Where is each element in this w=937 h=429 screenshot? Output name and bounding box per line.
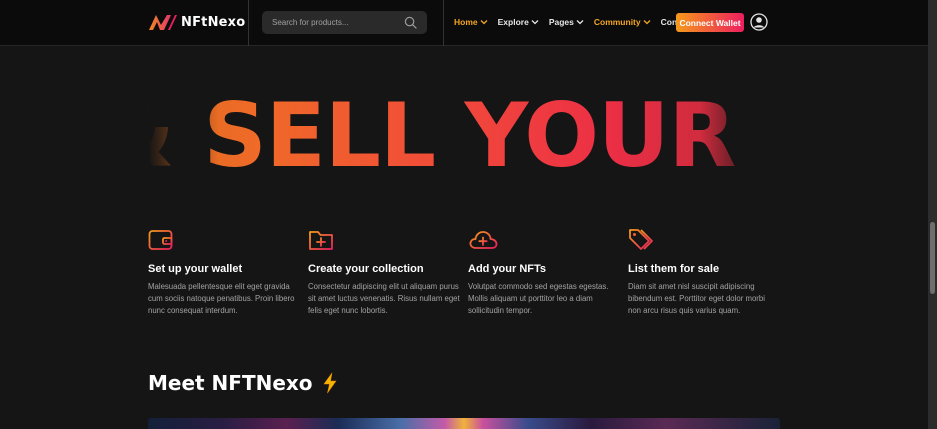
cloud-plus-icon	[469, 231, 498, 249]
marquee-text: & SELL YOUR	[148, 84, 736, 187]
step-description: Volutpat commodo sed egestas egestas. Mo…	[468, 282, 609, 315]
hero-marquee: & SELL YOUR	[148, 82, 768, 192]
step-card: Add your NFTs Volutpat commodo sed egest…	[468, 227, 628, 317]
header-divider	[248, 0, 249, 46]
step-card: List them for sale Diam sit amet nisl su…	[628, 227, 788, 317]
nav-label: Explore	[497, 17, 529, 27]
chevron-down-icon	[576, 20, 584, 25]
chevron-down-icon	[531, 20, 539, 25]
nav-item-explore[interactable]: Explore	[498, 17, 539, 27]
step-description: Malesuada pellentesque elit eget gravida…	[148, 282, 295, 315]
step-description: Diam sit amet nisl suscipit adipiscing b…	[628, 282, 765, 315]
header-divider	[443, 0, 444, 46]
nav-item-community[interactable]: Community	[594, 17, 651, 27]
main-nav: Home Explore Pages Community Contact	[454, 17, 702, 27]
section-heading: Meet NFTNexo	[148, 371, 339, 395]
user-account-icon[interactable]	[750, 13, 768, 31]
chevron-down-icon	[480, 20, 488, 25]
connect-wallet-button[interactable]: Connect Wallet	[676, 13, 744, 32]
folder-plus-icon	[309, 231, 333, 250]
page-scrollbar[interactable]	[928, 0, 937, 429]
step-card: Set up your wallet Malesuada pellentesqu…	[148, 227, 308, 317]
step-title: Set up your wallet	[148, 263, 243, 275]
nav-item-home[interactable]: Home	[454, 17, 488, 27]
site-logo[interactable]: NFtNexo	[148, 13, 245, 31]
step-title: List them for sale	[628, 263, 720, 275]
tags-icon	[629, 229, 653, 250]
nav-label: Community	[593, 17, 641, 27]
logo-mark-icon	[149, 15, 177, 30]
nav-item-pages[interactable]: Pages	[549, 17, 584, 27]
step-title: Add your NFTs	[468, 263, 547, 275]
meet-title: Meet NFTNexo	[148, 371, 313, 395]
marquee-fade-right	[700, 82, 768, 192]
wallet-icon	[148, 230, 173, 250]
nav-label: Pages	[548, 17, 574, 27]
search-box[interactable]	[262, 11, 427, 34]
how-it-works-steps: Set up your wallet Malesuada pellentesqu…	[148, 227, 788, 317]
lightning-icon	[323, 372, 336, 394]
search-input[interactable]	[272, 11, 402, 34]
step-title: Create your collection	[308, 263, 424, 275]
scrollbar-thumb[interactable]	[930, 222, 935, 294]
featured-nft-image	[148, 418, 780, 429]
nav-label: Home	[454, 17, 478, 27]
chevron-down-icon	[643, 20, 651, 25]
top-nav-bar: NFtNexo Home Explore Pages Community Con…	[0, 0, 928, 46]
marquee-fade-left	[148, 82, 218, 192]
step-card: Create your collection Consectetur adipi…	[308, 227, 468, 317]
logo-text: NFtNexo	[181, 14, 246, 30]
search-icon[interactable]	[404, 16, 417, 29]
step-description: Consectetur adipiscing elit ut aliquam p…	[308, 282, 460, 315]
